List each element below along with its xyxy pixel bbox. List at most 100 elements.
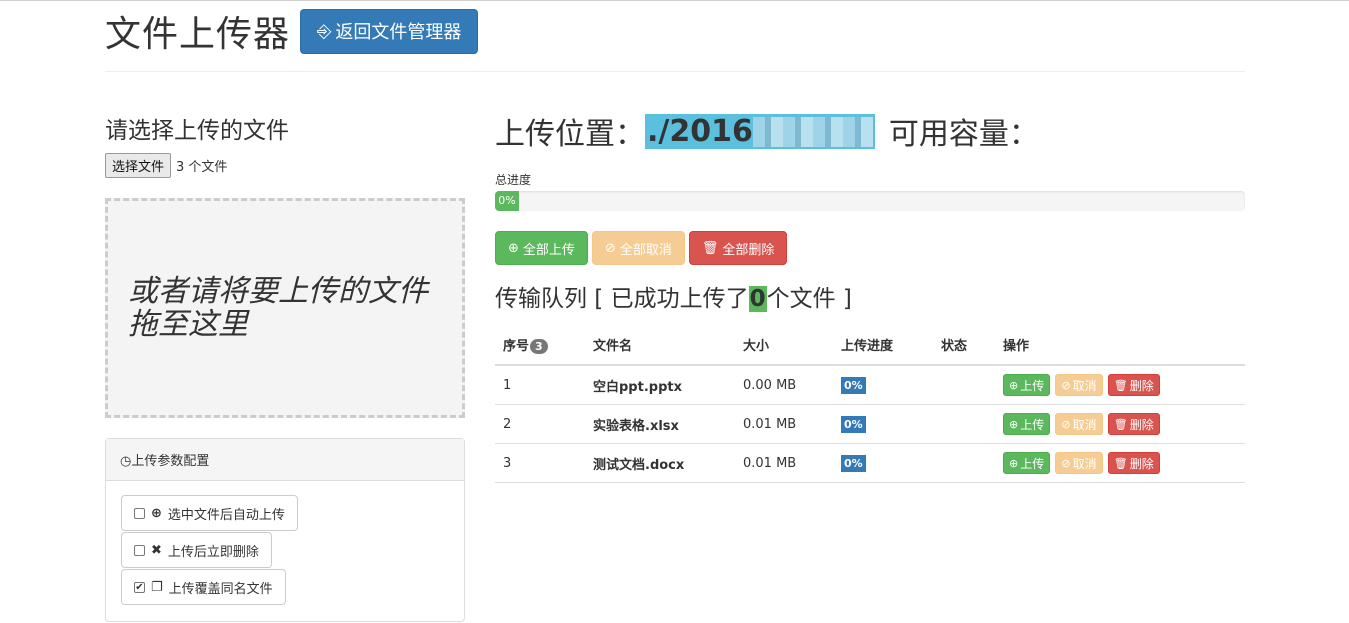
capacity-label: 可用容量： — [888, 117, 1039, 152]
row-filename: 空白ppt.pptx — [585, 365, 735, 405]
overwrite-option[interactable]: ✔ ❐ 上传覆盖同名文件 — [121, 569, 286, 605]
sign-out-icon: ⎆ — [317, 20, 332, 42]
delete-after-upload-label: 上传后立即删除 — [167, 544, 259, 560]
transfer-queue-heading: 传输队列 [ 已成功上传了0个文件 ] — [495, 279, 1245, 313]
drop-zone-text: 或者请将要上传的文件拖至这里 — [128, 274, 428, 342]
row-cancel-button[interactable]: ⊘ 取消 — [1055, 413, 1103, 435]
overwrite-label: 上传覆盖同名文件 — [168, 581, 273, 597]
auto-upload-option[interactable]: ⊕ 选中文件后自动上传 — [121, 495, 298, 531]
upload-location-heading: 上传位置： ./2016 可用容量： — [495, 109, 1245, 153]
table-header-row: 序号 3 文件名 大小 上传进度 状态 操作 — [495, 325, 1245, 366]
col-progress: 上传进度 — [833, 325, 933, 366]
row-upload-button[interactable]: ⊕ 上传 — [1003, 452, 1051, 474]
delete-after-upload-checkbox[interactable] — [134, 544, 145, 556]
file-count-badge: 3 — [530, 339, 548, 354]
total-progress-label: 总进度 — [495, 173, 532, 187]
col-index: 序号 3 — [495, 325, 585, 366]
cancel-all-label: 全部取消 — [619, 242, 672, 258]
row-size: 0.01 MB — [735, 404, 833, 444]
select-files-heading: 请选择上传的文件 — [105, 118, 289, 144]
upload-all-label: 全部上传 — [522, 242, 575, 258]
col-status: 状态 — [933, 325, 995, 366]
overwrite-checkbox[interactable]: ✔ — [134, 581, 145, 593]
total-progress-bar: 0% — [495, 191, 1245, 211]
row-upload-button[interactable]: ⊕ 上传 — [1003, 413, 1051, 435]
row-actions: ⊕ 上传 ⊘ 取消 🗑 删除 — [995, 365, 1245, 405]
row-delete-button[interactable]: 🗑 删除 — [1107, 374, 1160, 396]
uploaded-count: 0 — [748, 286, 767, 312]
table-row: 1 空白ppt.pptx 0.00 MB 0% ⊕ 上传 ⊘ 取消 🗑 删除 — [495, 365, 1245, 405]
upload-circle-icon: ⊕ — [1009, 378, 1019, 392]
auto-upload-checkbox[interactable] — [134, 507, 145, 519]
row-status — [933, 404, 995, 444]
progress-badge: 0% — [841, 376, 866, 394]
ban-icon: ⊘ — [1061, 417, 1071, 431]
config-panel-header: ◷上传参数配置 — [106, 439, 464, 481]
row-status — [933, 365, 995, 405]
drop-zone[interactable]: 或者请将要上传的文件拖至这里 — [105, 198, 465, 418]
trash-icon: 🗑 — [1113, 456, 1128, 470]
upload-circle-icon: ⊕ — [1009, 456, 1019, 470]
row-size: 0.00 MB — [735, 365, 833, 405]
row-progress: 0% — [833, 404, 933, 444]
row-progress: 0% — [833, 443, 933, 483]
bulk-actions: ⊕ 全部上传 ⊘ 全部取消 🗑 全部删除 — [495, 231, 1245, 265]
col-name: 文件名 — [585, 325, 735, 366]
row-index: 1 — [495, 365, 585, 405]
row-cancel-button[interactable]: ⊘ 取消 — [1055, 452, 1103, 474]
col-ops: 操作 — [995, 325, 1245, 366]
copy-files-icon: ❐ — [151, 579, 163, 595]
clock-icon: ◷ — [120, 454, 132, 469]
trash-icon: 🗑 — [1113, 417, 1128, 431]
delete-all-button[interactable]: 🗑 全部删除 — [688, 231, 788, 265]
file-input-row: 选择文件 3 个文件 — [105, 153, 465, 178]
trash-icon: 🗑 — [701, 240, 719, 256]
table-row: 3 测试文档.docx 0.01 MB 0% ⊕ 上传 ⊘ 取消 🗑 删除 — [495, 443, 1245, 483]
row-size: 0.01 MB — [735, 443, 833, 483]
upload-circle-icon: ⊕ — [151, 505, 162, 521]
row-progress: 0% — [833, 365, 933, 405]
row-delete-button[interactable]: 🗑 删除 — [1107, 413, 1160, 435]
right-column: 上传位置： ./2016 可用容量： 总进度 0% ⊕ 全部上传 ⊘ 全部取消 🗑 全… — [495, 109, 1245, 483]
row-filename: 测试文档.docx — [585, 443, 735, 483]
header-divider — [105, 71, 1245, 72]
total-progress-fill: 0% — [495, 191, 519, 211]
queue-prefix: 传输队列 [ 已成功上传了 — [495, 286, 749, 312]
col-size: 大小 — [735, 325, 833, 366]
page-title: 文件上传器 — [105, 14, 291, 55]
left-column: 请选择上传的文件 选择文件 3 个文件 或者请将要上传的文件拖至这里 ◷上传参数… — [105, 111, 465, 622]
remove-x-icon: ✖ — [151, 542, 162, 558]
cancel-all-button[interactable]: ⊘ 全部取消 — [591, 231, 685, 265]
row-actions: ⊕ 上传 ⊘ 取消 🗑 删除 — [995, 404, 1245, 444]
upload-circle-icon: ⊕ — [508, 240, 519, 256]
progress-badge: 0% — [841, 454, 866, 472]
back-to-file-manager-button[interactable]: ⎆ 返回文件管理器 — [300, 8, 479, 54]
upload-all-button[interactable]: ⊕ 全部上传 — [495, 231, 588, 265]
file-count-text: 3 个文件 — [176, 160, 228, 175]
redacted-path-blur — [752, 117, 873, 147]
progress-badge: 0% — [841, 415, 866, 433]
upload-queue-table: 序号 3 文件名 大小 上传进度 状态 操作 1 空白ppt.pptx 0.00 … — [495, 325, 1245, 483]
row-upload-button[interactable]: ⊕ 上传 — [1003, 374, 1051, 396]
delete-all-label: 全部删除 — [722, 242, 775, 258]
queue-suffix: 个文件 ] — [766, 286, 852, 312]
ban-icon: ⊘ — [1061, 378, 1071, 392]
ban-icon: ⊘ — [1061, 456, 1071, 470]
ban-icon: ⊘ — [604, 240, 616, 256]
choose-file-button[interactable]: 选择文件 — [105, 153, 172, 178]
page-header: 文件上传器 ⎆ 返回文件管理器 — [105, 5, 479, 57]
back-button-label: 返回文件管理器 — [335, 22, 462, 43]
trash-icon: 🗑 — [1113, 378, 1128, 392]
upload-config-panel: ◷上传参数配置 ⊕ 选中文件后自动上传 ✖ 上传后立即删除 ✔ ❐ 上传覆盖同名… — [105, 438, 465, 622]
row-filename: 实验表格.xlsx — [585, 404, 735, 444]
row-delete-button[interactable]: 🗑 删除 — [1107, 452, 1160, 474]
location-path: ./2016 — [645, 113, 875, 149]
location-label: 上传位置： — [495, 117, 645, 152]
row-cancel-button[interactable]: ⊘ 取消 — [1055, 374, 1103, 396]
upload-circle-icon: ⊕ — [1009, 417, 1019, 431]
row-index: 2 — [495, 404, 585, 444]
delete-after-upload-option[interactable]: ✖ 上传后立即删除 — [121, 532, 272, 568]
row-actions: ⊕ 上传 ⊘ 取消 🗑 删除 — [995, 443, 1245, 483]
auto-upload-label: 选中文件后自动上传 — [167, 507, 285, 523]
config-title: 上传参数配置 — [131, 454, 210, 469]
